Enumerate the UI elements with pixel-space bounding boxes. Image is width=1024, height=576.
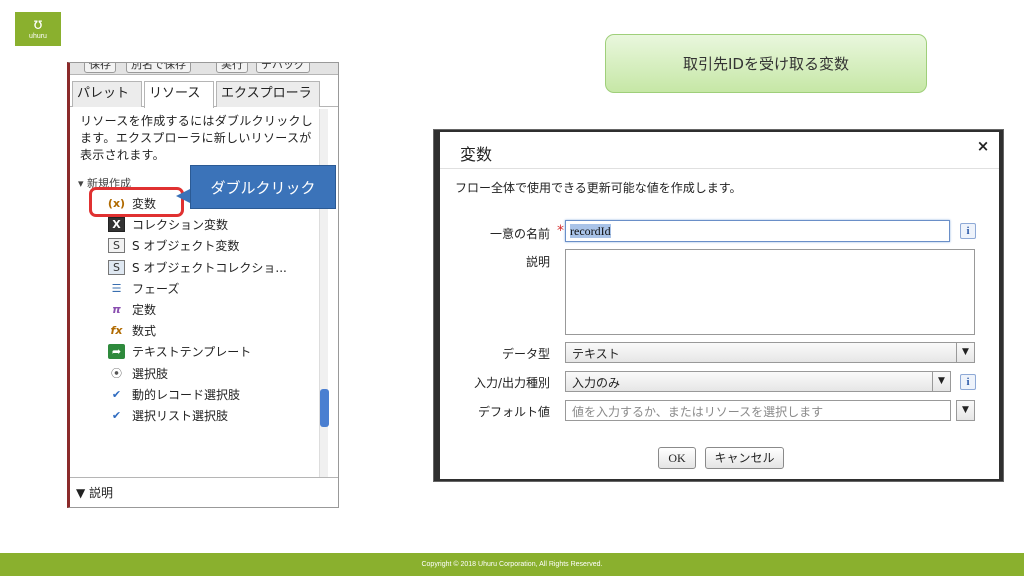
list-item-choice[interactable]: ⦿ 選択肢 [108, 363, 320, 384]
data-type-select[interactable]: テキスト ▼ [565, 342, 975, 363]
panel-tabs: パレット リソース エクスプローラ [70, 81, 338, 108]
list-item-label: S オブジェクトコレクショ... [132, 260, 287, 275]
description-section[interactable]: ▼ 説明 [70, 477, 338, 507]
io-type-value: 入力のみ [572, 376, 621, 390]
toolbar: 保存 別名で保存 実行 デバッグ [70, 63, 338, 75]
double-click-callout: ダブルクリック [190, 165, 336, 209]
default-value-label: デフォルト値 [477, 405, 550, 419]
list-item-label: コレクション変数 [132, 218, 229, 233]
list-item-label: テキストテンプレート [132, 345, 252, 360]
io-type-select[interactable]: 入力のみ ▼ [565, 371, 951, 392]
dialog-screenshot: 変数 × フロー全体で使用できる更新可能な値を作成します。 一意の名前 * re… [433, 129, 1004, 482]
list-item-sobject-collection[interactable]: S S オブジェクトコレクショ... [108, 257, 320, 278]
chevron-down-icon: ▼ [932, 372, 950, 391]
list-item-label: 選択リスト選択肢 [132, 408, 229, 423]
chevron-down-icon: ▼ [956, 343, 974, 362]
variable-dialog: 変数 × フロー全体で使用できる更新可能な値を作成します。 一意の名前 * re… [440, 132, 999, 479]
io-type-label: 入力/出力種別 [473, 376, 550, 390]
variable-highlight-box [89, 187, 184, 217]
dialog-description: フロー全体で使用できる更新可能な値を作成します。 [455, 181, 742, 195]
run-button[interactable]: 実行 [216, 63, 248, 73]
save-as-button[interactable]: 別名で保存 [126, 63, 191, 73]
dynamic-choice-icon: ✔ [111, 387, 122, 401]
resource-list: (x) 変数 X コレクション変数 S S オブジェクト変数 S S オブジェク… [108, 193, 320, 426]
ok-button[interactable]: OK [658, 447, 696, 469]
list-item-sobject-variable[interactable]: S S オブジェクト変数 [108, 235, 320, 256]
default-value-input[interactable]: 値を入力するか、またはリソースを選択します [565, 400, 951, 421]
unique-name-input[interactable]: recordId [565, 220, 950, 242]
cancel-button[interactable]: キャンセル [705, 447, 784, 469]
scrollbar-thumb[interactable] [320, 389, 329, 427]
list-item-label: 動的レコード選択肢 [132, 387, 241, 402]
resource-panel: 保存 別名で保存 実行 デバッグ パレット リソース エクスプローラ リソースを… [67, 62, 339, 508]
info-icon[interactable]: i [960, 223, 976, 239]
uhuru-logo: ʊ uhuru [15, 12, 61, 46]
sobject-collection-icon: S [108, 259, 125, 275]
list-item-label: S オブジェクト変数 [132, 239, 240, 254]
logo-text: uhuru [29, 33, 47, 40]
list-item-dynamic-choice[interactable]: ✔ 動的レコード選択肢 [108, 384, 320, 405]
formula-fx-icon: fx [110, 324, 123, 338]
list-item-text-template[interactable]: ➦ テキストテンプレート [108, 341, 320, 362]
list-item-label: フェーズ [132, 281, 180, 296]
picklist-choice-icon: ✔ [111, 408, 122, 422]
list-item-picklist-choice[interactable]: ✔ 選択リスト選択肢 [108, 405, 320, 426]
list-item-collection-variable[interactable]: X コレクション変数 [108, 214, 320, 235]
debug-button[interactable]: デバッグ [256, 63, 310, 73]
list-item-constant[interactable]: π 定数 [108, 299, 320, 320]
list-item-label: 定数 [132, 303, 157, 318]
description-section-label: ▼ 説明 [76, 486, 114, 500]
copyright-footer: Copyright © 2018 Uhuru Corporation, All … [0, 553, 1024, 576]
tab-explorer[interactable]: エクスプローラ [216, 81, 320, 107]
panel-description: リソースを作成するにはダブルクリックします。エクスプローラに新しいリソースが表示… [80, 114, 314, 162]
dialog-title: 変数 [460, 145, 493, 164]
list-item-label: 選択肢 [132, 366, 169, 381]
list-item-label: 数式 [132, 324, 157, 339]
data-type-value: テキスト [572, 347, 620, 361]
tab-palette[interactable]: パレット [72, 81, 142, 107]
chevron-down-icon[interactable]: ▼ [956, 400, 975, 421]
collection-variable-icon: X [108, 217, 125, 233]
text-template-icon: ➦ [108, 344, 125, 360]
list-item-formula[interactable]: fx 数式 [108, 320, 320, 341]
tab-resources[interactable]: リソース [144, 81, 214, 108]
unique-name-value: recordId [570, 224, 611, 238]
stage-icon: ☰ [111, 281, 122, 295]
required-marker: * [557, 223, 564, 239]
slide-title: 取引先IDを受け取る変数 [605, 34, 927, 93]
constant-pi-icon: π [112, 303, 121, 317]
choice-icon: ⦿ [111, 367, 122, 381]
logo-glyph-icon: ʊ [33, 15, 43, 33]
close-icon[interactable]: × [975, 138, 991, 154]
description-textarea[interactable] [565, 249, 975, 335]
description-label: 説明 [525, 255, 550, 269]
dialog-divider [440, 168, 999, 169]
unique-name-label: 一意の名前 [489, 227, 550, 241]
list-item-stage[interactable]: ☰ フェーズ [108, 278, 320, 299]
save-button[interactable]: 保存 [84, 63, 116, 73]
sobject-variable-icon: S [108, 238, 125, 254]
data-type-label: データ型 [501, 347, 550, 361]
info-icon[interactable]: i [960, 374, 976, 390]
